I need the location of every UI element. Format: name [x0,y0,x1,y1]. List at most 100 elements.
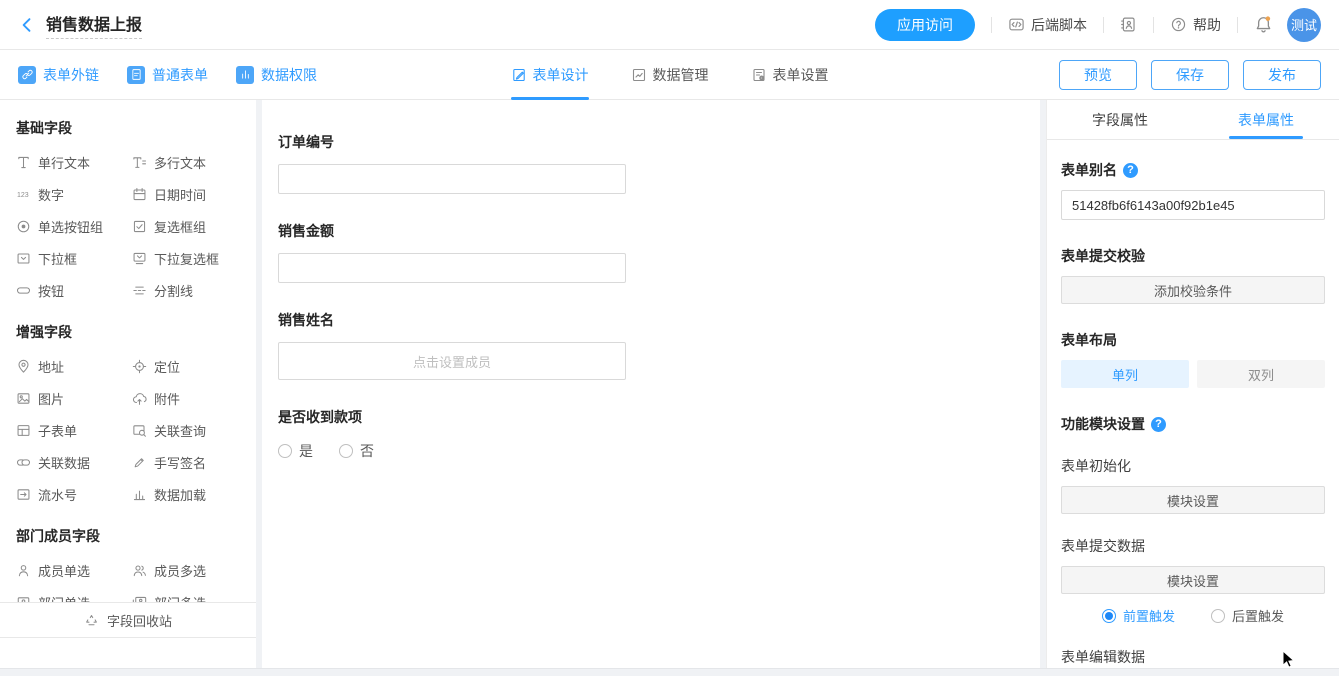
subform-icon [16,423,31,438]
canvas-field-0[interactable]: 订单编号 [278,132,626,194]
field-item-member-single[interactable]: 成员单选 [16,554,132,586]
form-settings-icon [751,67,767,83]
field-label: 是否收到款项 [278,407,626,427]
action-button-1[interactable]: 保存 [1151,60,1229,90]
backend-script-button[interactable]: 后端脚本 [1008,15,1087,35]
radio-circle-icon [1102,609,1116,623]
field-text-input[interactable] [278,253,626,283]
number-icon: 123 [16,187,31,202]
form-builder-app: 销售数据上报 应用访问 后端脚本 帮助 测试 表单外链普 [0,0,1339,676]
avatar[interactable]: 测试 [1287,8,1321,42]
field-item-location[interactable]: 定位 [132,350,248,382]
contacts-button[interactable] [1120,16,1137,33]
help-badge-icon[interactable]: ? [1123,163,1138,178]
field-text-input[interactable] [278,164,626,194]
data-load-icon [132,487,147,502]
trigger-radio-1[interactable]: 后置触发 [1211,606,1284,625]
notifications-button[interactable] [1254,15,1273,34]
module-blocks: 表单初始化模块设置表单提交数据模块设置前置触发后置触发表单编辑数据模块设置 [1061,456,1325,668]
tab-form-properties[interactable]: 表单属性 [1193,100,1339,139]
field-item-attachment[interactable]: 附件 [132,382,248,414]
module-label: 表单初始化 [1061,456,1325,476]
help-button[interactable]: 帮助 [1170,15,1221,35]
app-access-button[interactable]: 应用访问 [875,9,975,41]
topbar: 销售数据上报 应用访问 后端脚本 帮助 测试 [0,0,1339,50]
field-item-dept-multi[interactable]: 部门多选 [132,586,248,602]
field-item-single-text[interactable]: 单行文本 [16,146,132,178]
field-item-signature[interactable]: 手写签名 [132,446,248,478]
linked-data-icon [16,455,31,470]
help-badge-icon[interactable]: ? [1151,417,1166,432]
field-item-linked-data[interactable]: 关联数据 [16,446,132,478]
field-item-radio-group[interactable]: 单选按钮组 [16,210,132,242]
trigger-radio-group: 前置触发 后置触发 [1061,606,1325,625]
toolbar-left-item-bars[interactable]: 数据权限 [236,65,317,85]
trigger-radio-0[interactable]: 前置触发 [1102,606,1175,625]
main-content: 基础字段单行文本多行文本123数字日期时间单选按钮组复选框组下拉框下拉复选框按钮… [0,100,1339,668]
field-item-checkbox-group[interactable]: 复选框组 [132,210,248,242]
app-title[interactable]: 销售数据上报 [46,11,142,39]
field-item-serial-number[interactable]: 流水号 [16,478,132,510]
checkbox-group-icon [132,219,147,234]
properties-panel: 字段属性 表单属性 表单别名 ? 表单提交校验 添加校验条件 表单布局 单列双列… [1046,100,1339,668]
radio-option-0[interactable]: 是 [278,441,313,461]
field-item-linked-query[interactable]: 关联查询 [132,414,248,446]
canvas-field-1[interactable]: 销售金额 [278,221,626,283]
field-item-number[interactable]: 123数字 [16,178,132,210]
member-picker[interactable]: 点击设置成员 [278,342,626,380]
form-design-canvas[interactable]: 订单编号销售金额销售姓名点击设置成员是否收到款项是 否 [262,100,1040,668]
tab-field-properties[interactable]: 字段属性 [1047,100,1193,139]
toolbar-actions: 预览保存发布 [1059,60,1321,90]
contacts-icon [1120,16,1137,33]
module-label: 表单编辑数据 [1061,647,1325,667]
topbar-right: 应用访问 后端脚本 帮助 测试 [875,8,1321,42]
field-item-subform[interactable]: 子表单 [16,414,132,446]
tab-form-design[interactable]: 表单设计 [511,50,589,100]
sidebar-sections: 基础字段单行文本多行文本123数字日期时间单选按钮组复选框组下拉框下拉复选框按钮… [0,100,256,602]
field-item-multi-text[interactable]: 多行文本 [132,146,248,178]
sidebar-section-grid: 单行文本多行文本123数字日期时间单选按钮组复选框组下拉框下拉复选框按钮分割线 [0,146,256,308]
toolbar-left-item-link[interactable]: 表单外链 [18,65,99,85]
field-item-divider-line[interactable]: 分割线 [132,274,248,306]
module-block-2: 表单编辑数据模块设置 [1061,647,1325,668]
location-icon [132,359,147,374]
field-item-image[interactable]: 图片 [16,382,132,414]
radio-option-1[interactable]: 否 [339,441,374,461]
bottom-strip [0,668,1339,676]
sidebar-footer-pad [0,638,256,668]
svg-text:123: 123 [17,192,29,199]
action-button-2[interactable]: 发布 [1243,60,1321,90]
toolbar-left-item-doc[interactable]: 普通表单 [127,65,208,85]
canvas-field-3[interactable]: 是否收到款项是 否 [278,407,626,461]
module-settings-button[interactable]: 模块设置 [1061,486,1325,514]
layout-option-1[interactable]: 双列 [1197,360,1325,388]
field-item-multi-select[interactable]: 下拉复选框 [132,242,248,274]
field-item-select[interactable]: 下拉框 [16,242,132,274]
tab-data-manage[interactable]: 数据管理 [631,50,709,100]
divider-line-icon [132,283,147,298]
field-item-address[interactable]: 地址 [16,350,132,382]
action-button-0[interactable]: 预览 [1059,60,1137,90]
form-alias-input[interactable] [1061,190,1325,220]
divider [991,17,992,33]
field-item-datetime[interactable]: 日期时间 [132,178,248,210]
module-settings-button[interactable]: 模块设置 [1061,566,1325,594]
field-item-data-load[interactable]: 数据加载 [132,478,248,510]
form-alias-label: 表单别名 ? [1061,160,1325,180]
field-item-dept-single[interactable]: 部门单选 [16,586,132,602]
single-text-icon [16,155,31,170]
field-item-member-multi[interactable]: 成员多选 [132,554,248,586]
divider [1153,17,1154,33]
select-icon [16,251,31,266]
add-validation-button[interactable]: 添加校验条件 [1061,276,1325,304]
canvas-field-2[interactable]: 销售姓名点击设置成员 [278,310,626,380]
button-icon [16,283,31,298]
linked-query-icon [132,423,147,438]
field-recycle-bin[interactable]: 字段回收站 [0,602,256,638]
layout-option-0[interactable]: 单列 [1061,360,1189,388]
field-item-button[interactable]: 按钮 [16,274,132,306]
sidebar-section-title: 增强字段 [0,308,256,350]
tab-form-settings[interactable]: 表单设置 [751,50,829,100]
back-button[interactable] [18,16,36,34]
data-manage-icon [631,67,647,83]
